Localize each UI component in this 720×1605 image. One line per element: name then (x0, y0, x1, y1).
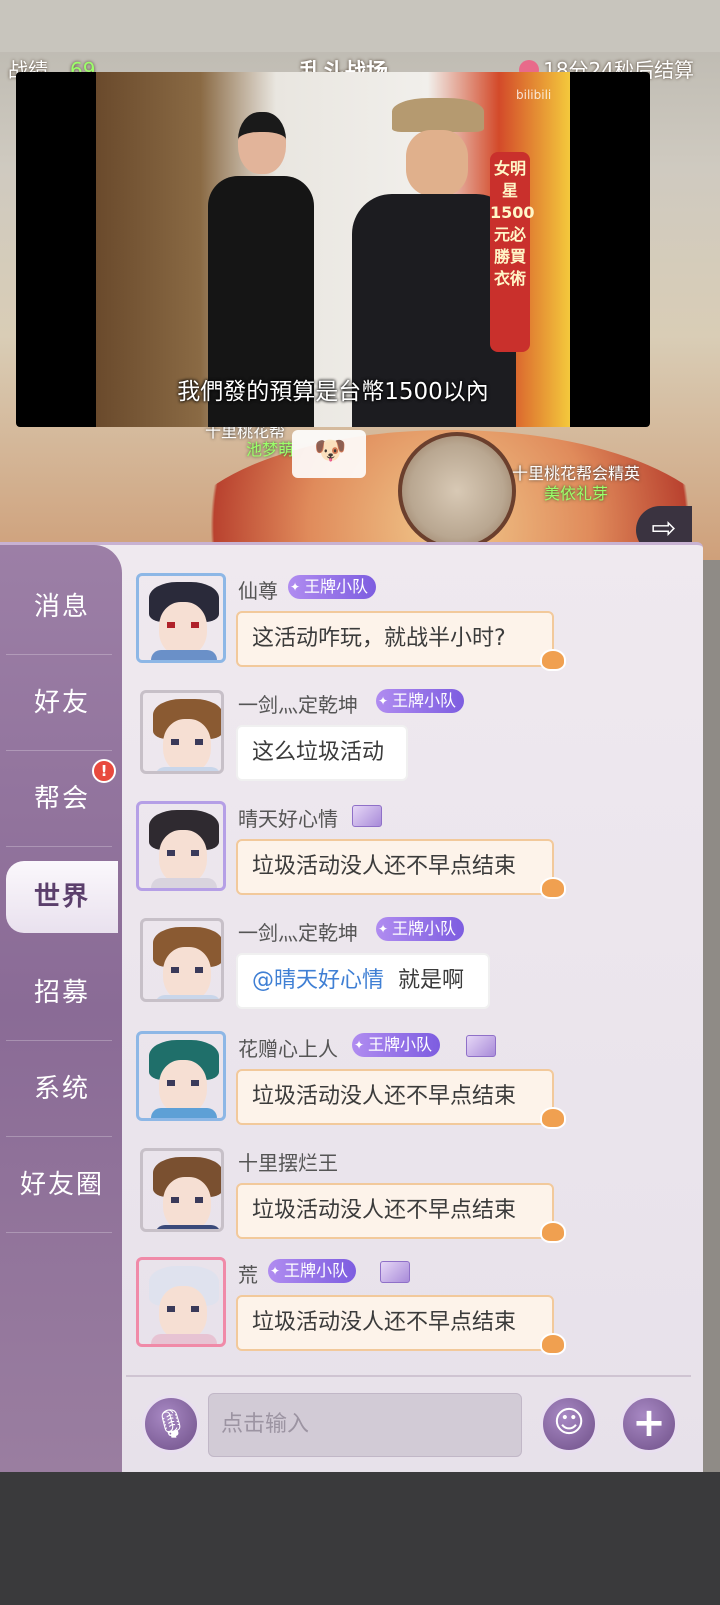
avatar[interactable] (140, 690, 224, 774)
chat-message: 荒 王牌小队 垃圾活动没人还不早点结束 (136, 1257, 696, 1357)
message-text: 就是啊 (398, 968, 465, 993)
image-icon (380, 1261, 410, 1283)
image-icon (352, 805, 382, 827)
avatar[interactable] (136, 1257, 226, 1347)
video-watermark: bilibili (516, 88, 552, 102)
avatar[interactable] (136, 801, 226, 891)
message-bubble[interactable]: 垃圾活动没人还不早点结束 (236, 1069, 554, 1125)
fox-icon (540, 877, 566, 899)
input-divider (126, 1375, 691, 1377)
message-bubble[interactable]: 垃圾活动没人还不早点结束 (236, 1295, 554, 1351)
message-bubble[interactable]: 这活动咋玩，就战半小时? (236, 611, 554, 667)
mention-link[interactable]: @晴天好心情 (252, 968, 384, 993)
team-badge: 王牌小队 (352, 1033, 441, 1057)
team-badge: 王牌小队 (376, 917, 465, 941)
video-subtitle: 我們發的預算是台幣1500以內 (177, 379, 489, 405)
player-emote-bubble: 🐶 (292, 430, 366, 478)
team-badge: 王牌小队 (288, 575, 377, 599)
fox-icon (540, 1333, 566, 1355)
message-bubble[interactable]: 垃圾活动没人还不早点结束 (236, 1183, 554, 1239)
chat-panel: 消息 好友 帮会 ! 世界 招募 系统 好友圈 仙尊 王牌小队 这活动咋玩，就战… (0, 542, 703, 1475)
status-bar (0, 0, 720, 52)
tab-messages[interactable]: 消息 (6, 571, 118, 655)
player-name-label: 美依礼芽 (544, 484, 609, 503)
chat-input[interactable]: 点击输入 (208, 1393, 522, 1457)
player-name-label: 池梦萌 (246, 440, 295, 459)
guild-alert-badge: ! (92, 759, 116, 783)
sender-name[interactable]: 荒 (238, 1259, 258, 1288)
chat-message: 仙尊 王牌小队 这活动咋玩，就战半小时? (136, 573, 696, 673)
fox-icon (540, 1221, 566, 1243)
emoji-button[interactable]: ☺ (540, 1395, 598, 1453)
avatar[interactable] (140, 918, 224, 1002)
message-bubble[interactable]: @晴天好心情 就是啊 (236, 953, 490, 1009)
bottom-game-area (0, 1472, 720, 1605)
tab-moments[interactable]: 好友圈 (6, 1149, 118, 1233)
avatar[interactable] (136, 573, 226, 663)
tab-world[interactable]: 世界 (6, 861, 118, 933)
chat-sidebar: 消息 好友 帮会 ! 世界 招募 系统 好友圈 (0, 545, 122, 1475)
chat-message: 一剑灬定乾坤 王牌小队 这么垃圾活动 (136, 687, 696, 787)
sender-name[interactable]: 仙尊 (238, 575, 278, 604)
team-badge: 王牌小队 (268, 1259, 357, 1283)
sender-name[interactable]: 一剑灬定乾坤 (238, 917, 358, 946)
fox-icon (540, 649, 566, 671)
fox-icon (540, 1107, 566, 1129)
avatar[interactable] (140, 1148, 224, 1232)
more-button[interactable]: + (620, 1395, 678, 1453)
sender-name[interactable]: 花赠心上人 (238, 1033, 338, 1062)
voice-button[interactable]: 🎙 (142, 1395, 200, 1453)
tab-friends[interactable]: 好友 (6, 667, 118, 751)
tab-system[interactable]: 系统 (6, 1053, 118, 1137)
chat-message: 十里摆烂王 垃圾活动没人还不早点结束 (136, 1145, 696, 1245)
video-banner: 女明星1500元必勝買衣術 (490, 152, 535, 352)
message-bubble[interactable]: 这么垃圾活动 (236, 725, 408, 781)
chat-message: 一剑灬定乾坤 王牌小队 @晴天好心情就是啊 (136, 915, 696, 1015)
message-bubble[interactable]: 垃圾活动没人还不早点结束 (236, 839, 554, 895)
sender-name[interactable]: 一剑灬定乾坤 (238, 689, 358, 718)
mic-icon: 🎙 (153, 1407, 189, 1440)
exit-icon: ⇨ (651, 511, 677, 546)
avatar[interactable] (136, 1031, 226, 1121)
video-overlay[interactable]: 女明星1500元必勝買衣術 bilibili 我們發的預算是台幣1500以內 (16, 72, 650, 427)
arena-core (398, 432, 516, 550)
sender-name[interactable]: 晴天好心情 (238, 803, 338, 832)
chat-message: 晴天好心情 垃圾活动没人还不早点结束 (136, 801, 696, 901)
team-badge: 王牌小队 (376, 689, 465, 713)
image-icon (466, 1035, 496, 1057)
sender-name[interactable]: 十里摆烂王 (238, 1147, 338, 1176)
tab-recruit[interactable]: 招募 (6, 957, 118, 1041)
smile-icon: ☺ (553, 1405, 585, 1440)
plus-icon: + (632, 1400, 666, 1446)
chat-message: 花赠心上人 王牌小队 垃圾活动没人还不早点结束 (136, 1031, 696, 1131)
